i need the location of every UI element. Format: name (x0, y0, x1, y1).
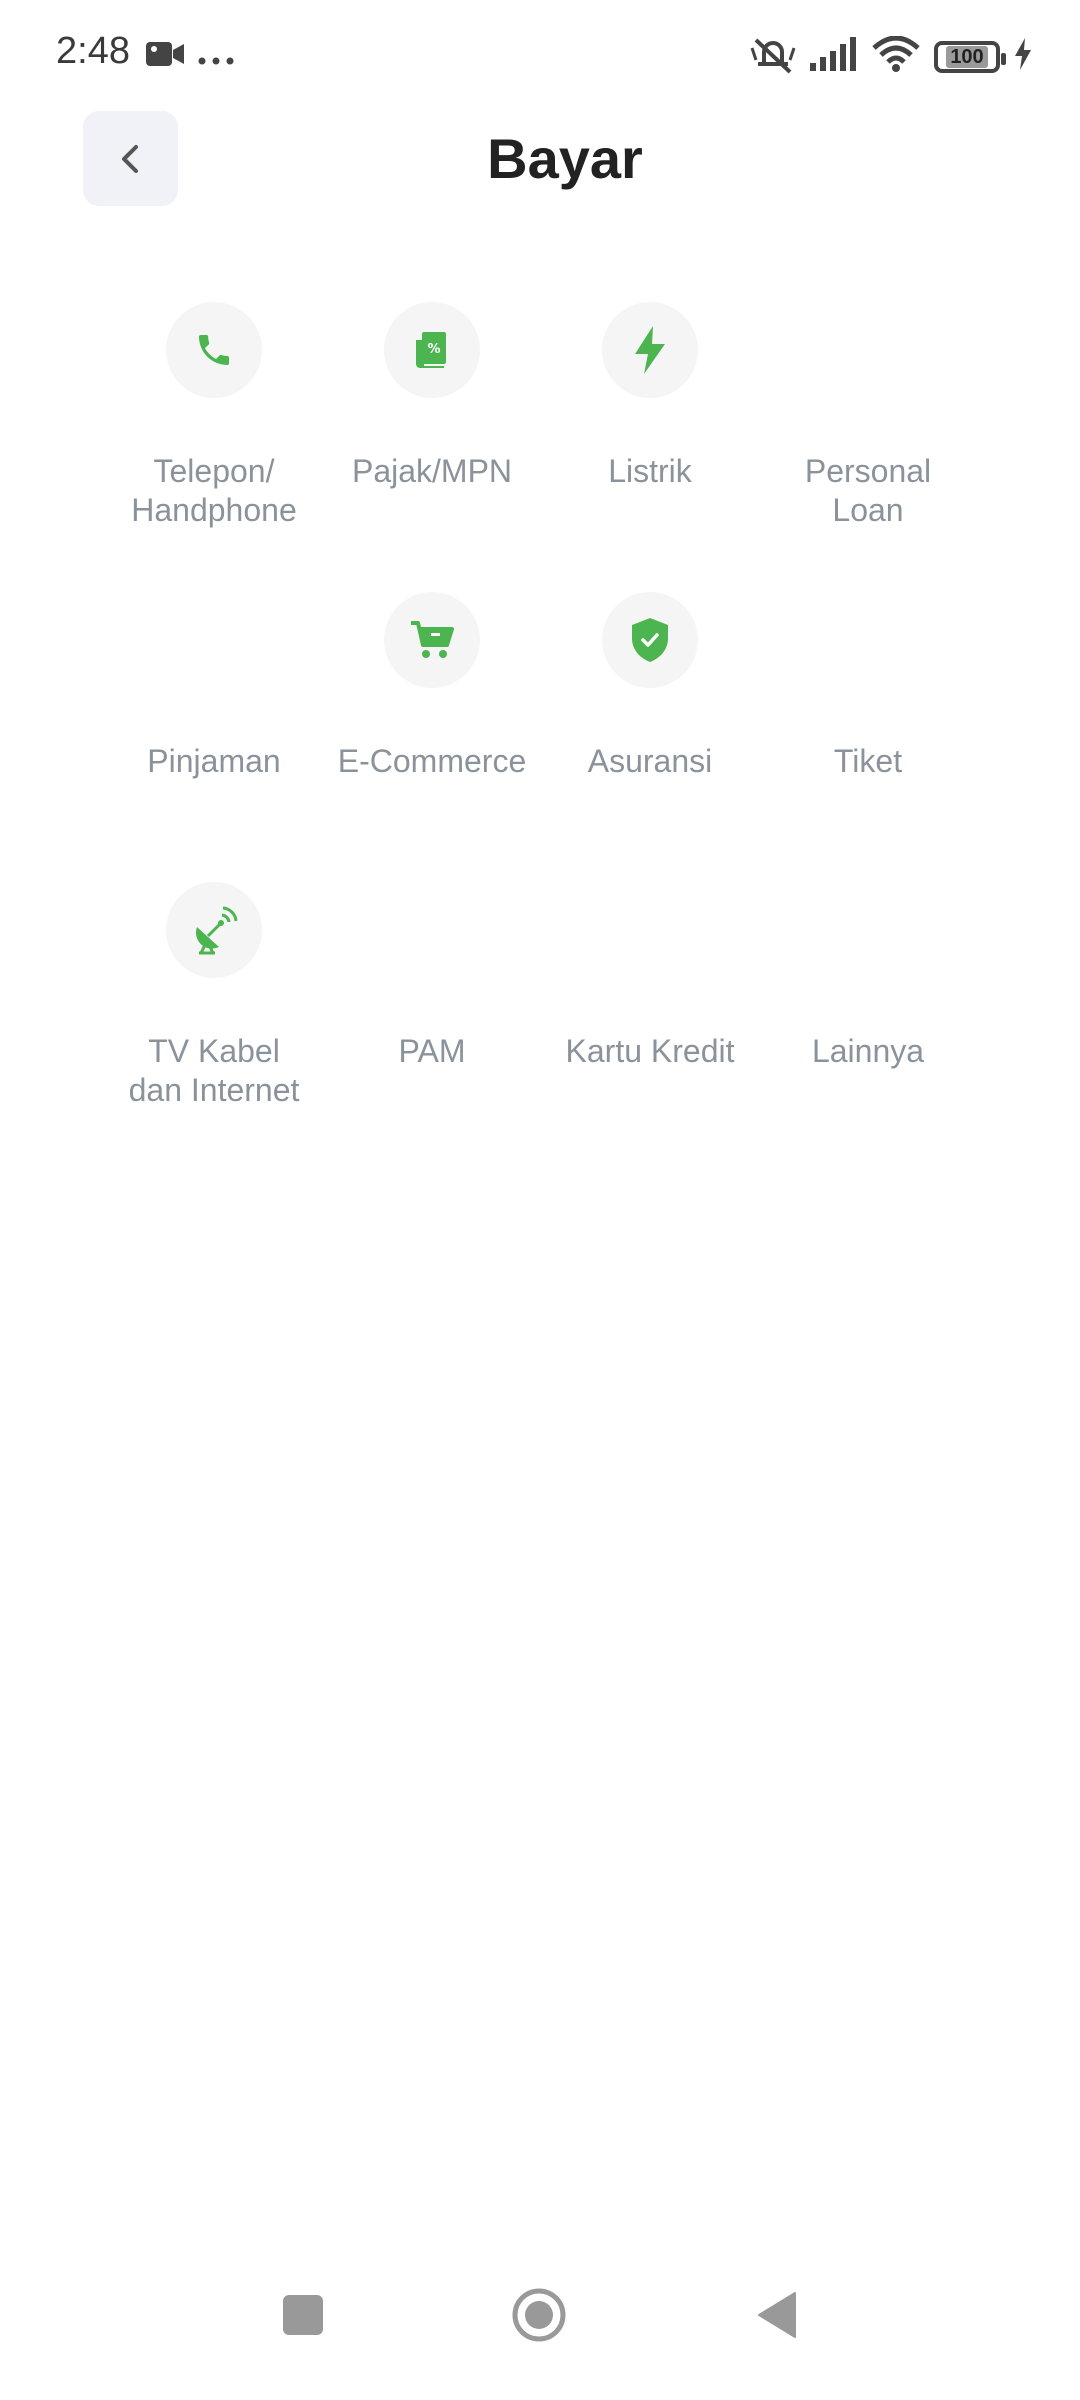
shield-check-icon (632, 618, 668, 662)
back-nav-button[interactable] (757, 2291, 797, 2344)
tile-lainnya[interactable]: Lainnya (759, 870, 977, 1160)
tile-label: E-Commerce (337, 743, 527, 779)
satellite-dish-icon (195, 906, 238, 955)
svg-text:%: % (427, 342, 440, 357)
phone-icon (199, 335, 229, 365)
tile-label: Kartu Kredit (565, 1033, 735, 1069)
tile-label: Personal Loan (804, 453, 932, 528)
square-icon (283, 2295, 323, 2335)
status-time: 2:48 (56, 30, 130, 72)
tile-tiket[interactable]: Tiket (759, 580, 977, 870)
charging-icon (1014, 38, 1032, 75)
tile-label: Tiket (833, 743, 903, 779)
icon-placeholder (820, 592, 916, 688)
tile-label: Asuransi (587, 743, 713, 779)
icon-container (166, 302, 262, 398)
payment-category-grid: Telepon/ Handphone % Pajak/MPN Listrik P… (105, 290, 975, 1160)
tile-pajak-mpn[interactable]: % Pajak/MPN (323, 290, 541, 580)
tile-personal-loan[interactable]: Personal Loan (759, 290, 977, 580)
icon-placeholder (166, 592, 262, 688)
icon-container (384, 592, 480, 688)
tile-listrik[interactable]: Listrik (541, 290, 759, 580)
header: Bayar (0, 108, 1080, 208)
recent-apps-button[interactable] (282, 2294, 324, 2341)
triangle-back-icon (758, 2292, 796, 2338)
wifi-icon (872, 35, 920, 77)
tile-label: Telepon/ Handphone (131, 453, 297, 528)
more-notifications-icon (198, 52, 234, 70)
shopping-cart-icon (411, 621, 454, 658)
tax-receipt-icon: % (416, 332, 446, 368)
tile-label: TV Kabel dan Internet (128, 1033, 300, 1108)
tile-label: Pajak/MPN (351, 453, 513, 489)
icon-placeholder (384, 882, 480, 978)
battery-icon: 100 (934, 40, 1006, 73)
page-title: Bayar (487, 127, 643, 190)
tile-label: Lainnya (811, 1033, 925, 1069)
tile-pinjaman[interactable]: Pinjaman (105, 580, 323, 870)
icon-container (602, 302, 698, 398)
system-navigation-bar (0, 2260, 1080, 2400)
tile-asuransi[interactable]: Asuransi (541, 580, 759, 870)
tile-label: PAM (398, 1033, 466, 1069)
icon-container (602, 592, 698, 688)
lightning-icon (635, 326, 665, 374)
icon-placeholder (602, 882, 698, 978)
video-recording-icon (146, 40, 186, 73)
icon-placeholder (820, 302, 916, 398)
icon-container (166, 882, 262, 978)
battery-level: 100 (946, 45, 988, 68)
icon-container: % (384, 302, 480, 398)
tile-label: Pinjaman (147, 743, 281, 779)
tile-tv-kabel-internet[interactable]: TV Kabel dan Internet (105, 870, 323, 1160)
status-bar: 2:48 100 (0, 0, 1080, 108)
icon-placeholder (820, 882, 916, 978)
home-button[interactable] (511, 2287, 567, 2348)
silent-mode-icon (750, 34, 796, 79)
tile-telepon-handphone[interactable]: Telepon/ Handphone (105, 290, 323, 580)
circle-home-icon (512, 2288, 566, 2342)
tile-e-commerce[interactable]: E-Commerce (323, 580, 541, 870)
signal-icon (810, 37, 858, 76)
tile-kartu-kredit[interactable]: Kartu Kredit (541, 870, 759, 1160)
tile-label: Listrik (608, 453, 692, 489)
tile-pam[interactable]: PAM (323, 870, 541, 1160)
